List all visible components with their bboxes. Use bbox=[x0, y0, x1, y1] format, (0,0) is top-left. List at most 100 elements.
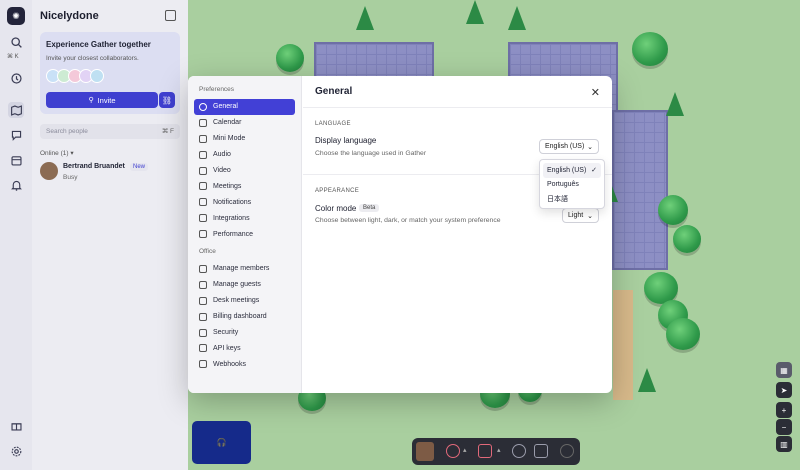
user-status: Busy bbox=[63, 174, 78, 181]
map-tree bbox=[632, 32, 668, 66]
language-option-english[interactable]: English (US) ✓ bbox=[543, 163, 601, 178]
settings-modal: Preferences General Calendar Mini Mode A… bbox=[188, 76, 612, 393]
locate-icon[interactable]: ➤ bbox=[776, 382, 792, 398]
map-tree bbox=[276, 44, 304, 72]
leave-icon[interactable] bbox=[560, 444, 574, 458]
guests-icon bbox=[199, 280, 207, 289]
modal-title: General bbox=[315, 86, 353, 97]
nav-item-manage-members[interactable]: Manage members bbox=[194, 261, 295, 277]
nav-item-label: Integrations bbox=[213, 214, 250, 222]
zoom-out-icon[interactable]: − bbox=[776, 419, 792, 435]
chevron-up-icon[interactable]: ▴ bbox=[497, 446, 501, 454]
online-section-toggle[interactable]: Online (1) ▾ bbox=[40, 149, 74, 157]
nav-item-manage-guests[interactable]: Manage guests bbox=[194, 277, 295, 293]
language-option-label: English (US) bbox=[547, 166, 587, 174]
chevron-down-icon: ⌄ bbox=[587, 212, 593, 220]
nav-item-performance[interactable]: Performance bbox=[194, 226, 295, 242]
color-mode-title: Color mode bbox=[315, 204, 357, 213]
nav-item-meetings[interactable]: Meetings bbox=[194, 178, 295, 194]
nav-item-calendar[interactable]: Calendar bbox=[194, 115, 295, 131]
language-option-portuguese[interactable]: Português bbox=[543, 178, 601, 193]
map-pine-tree bbox=[666, 92, 684, 116]
nav-item-label: API keys bbox=[213, 344, 241, 352]
settings-icon[interactable] bbox=[8, 443, 24, 459]
settings-nav: Preferences General Calendar Mini Mode A… bbox=[188, 76, 302, 393]
side-panel: Nicelydone Experience Gather together In… bbox=[32, 0, 188, 470]
map-pine-tree bbox=[508, 6, 526, 30]
microphone-off-icon[interactable] bbox=[446, 444, 460, 458]
nav-item-webhooks[interactable]: Webhooks bbox=[194, 356, 295, 372]
invite-button[interactable]: ⚲ Invite bbox=[46, 92, 158, 108]
space-title: Nicelydone bbox=[40, 10, 99, 22]
invite-button-label: Invite bbox=[97, 95, 116, 105]
screen-share-icon[interactable] bbox=[534, 444, 548, 458]
color-mode-subtitle: Choose between light, dark, or match you… bbox=[315, 217, 501, 224]
search-shortcut: ⌘ K bbox=[7, 54, 19, 60]
zoom-in-icon[interactable]: + bbox=[776, 402, 792, 418]
map-icon[interactable] bbox=[8, 102, 24, 118]
map-tree bbox=[673, 225, 701, 253]
nav-item-mini-mode[interactable]: Mini Mode bbox=[194, 131, 295, 147]
microphone-icon bbox=[199, 150, 207, 159]
office-heading: Office bbox=[199, 248, 216, 256]
mini-mode-icon bbox=[199, 134, 207, 143]
nav-item-label: Calendar bbox=[213, 119, 242, 127]
language-select[interactable]: English (US) ⌄ bbox=[539, 139, 599, 154]
nav-item-label: Video bbox=[213, 167, 231, 174]
search-people-input[interactable]: Search people ⌘ F bbox=[40, 124, 180, 139]
preferences-heading: Preferences bbox=[199, 86, 235, 93]
language-option-label: Português bbox=[547, 181, 579, 189]
camera-off-icon[interactable] bbox=[478, 444, 492, 458]
layers-icon[interactable]: ▦ bbox=[776, 362, 792, 378]
new-badge: New bbox=[130, 163, 149, 171]
integrations-icon bbox=[199, 214, 207, 223]
webhook-icon bbox=[199, 360, 207, 369]
left-rail: ✺ ⌘ K bbox=[0, 0, 32, 470]
gift-icon[interactable] bbox=[8, 417, 24, 433]
nav-item-label: Webhooks bbox=[213, 360, 246, 368]
nav-item-billing-dashboard[interactable]: Billing dashboard bbox=[194, 309, 295, 325]
nav-item-video[interactable]: Video bbox=[194, 163, 295, 179]
copy-link-button[interactable]: ⛓ bbox=[159, 92, 175, 108]
nav-item-general[interactable]: General bbox=[194, 99, 295, 115]
chevron-down-icon: ⌄ bbox=[587, 143, 593, 151]
map-path bbox=[613, 290, 633, 400]
search-icon[interactable] bbox=[8, 34, 24, 50]
appearance-section-label: APPEARANCE bbox=[315, 188, 360, 194]
divider bbox=[303, 107, 612, 108]
bell-icon[interactable] bbox=[8, 177, 24, 193]
color-mode-select[interactable]: Light ⌄ bbox=[562, 208, 599, 223]
clock-icon[interactable] bbox=[8, 70, 24, 86]
nav-item-api-keys[interactable]: API keys bbox=[194, 340, 295, 356]
close-icon[interactable]: ✕ bbox=[591, 86, 600, 99]
user-list-item[interactable]: Bertrand Bruandet New Busy bbox=[40, 162, 180, 184]
camera-icon bbox=[199, 166, 207, 175]
search-people-shortcut: ⌘ F bbox=[161, 128, 174, 135]
add-user-icon: ⚲ bbox=[88, 97, 94, 104]
chevron-up-icon[interactable]: ▴ bbox=[463, 446, 467, 454]
nav-item-notifications[interactable]: Notifications bbox=[194, 194, 295, 210]
gather-logo-icon[interactable]: ✺ bbox=[7, 7, 25, 25]
calendar-icon[interactable] bbox=[8, 152, 24, 168]
display-language-title: Display language bbox=[315, 136, 377, 145]
video-tile[interactable]: 🎧 bbox=[192, 421, 251, 464]
nav-item-label: Manage guests bbox=[213, 281, 261, 289]
avatar[interactable] bbox=[416, 442, 434, 461]
invite-card: Experience Gather together Invite your c… bbox=[40, 32, 180, 114]
collapse-panel-icon[interactable] bbox=[165, 10, 176, 21]
invite-card-subtitle: Invite your closest collaborators. bbox=[46, 55, 139, 62]
map-view-icon[interactable]: ▥ bbox=[776, 436, 792, 452]
members-icon bbox=[199, 264, 207, 273]
language-option-japanese[interactable]: 日本語 bbox=[543, 192, 601, 207]
beta-badge: Beta bbox=[359, 204, 380, 212]
nav-item-desk-meetings[interactable]: Desk meetings bbox=[194, 293, 295, 309]
nav-item-integrations[interactable]: Integrations bbox=[194, 210, 295, 226]
nav-item-security[interactable]: Security bbox=[194, 325, 295, 341]
bolt-icon bbox=[199, 230, 207, 239]
emoji-icon[interactable] bbox=[512, 444, 526, 458]
chat-icon[interactable] bbox=[8, 127, 24, 143]
invite-card-title: Experience Gather together bbox=[46, 40, 151, 49]
map-pine-tree bbox=[356, 6, 374, 30]
nav-item-audio[interactable]: Audio bbox=[194, 147, 295, 163]
nav-item-label: Billing dashboard bbox=[213, 313, 267, 321]
